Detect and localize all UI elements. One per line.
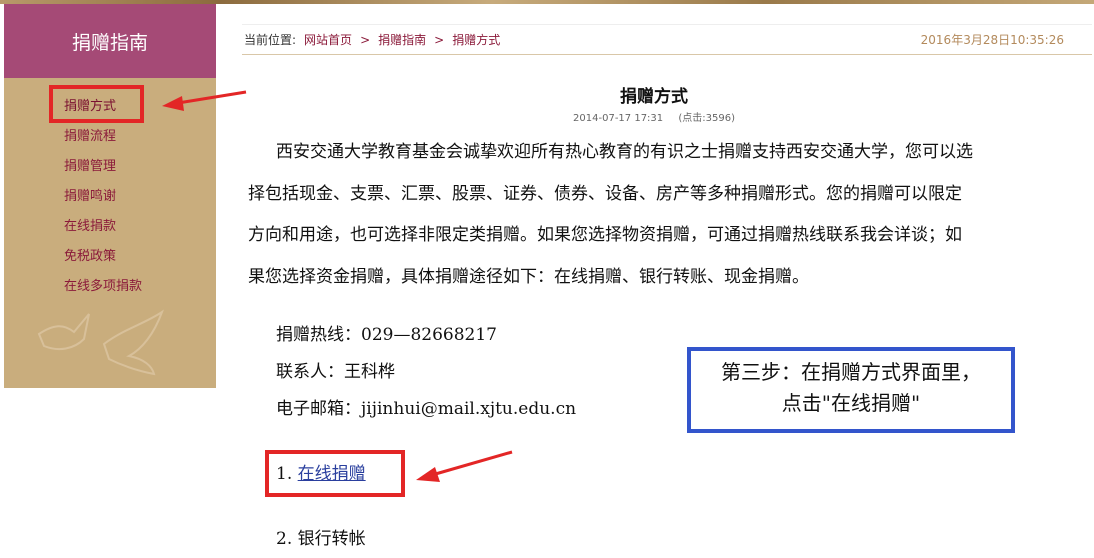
sidebar-item-donation-acknowledgement[interactable]: 捐赠鸣谢: [4, 182, 216, 212]
paragraph-line: 西安交通大学教育基金会诚挚欢迎所有热心教育的有识之士捐赠支持西安交通大学，您可以…: [276, 142, 973, 162]
article-paragraph: 西安交通大学教育基金会诚挚欢迎所有热心教育的有识之士捐赠支持西安交通大学，您可以…: [248, 132, 1060, 298]
callout-line: 点击"在线捐赠": [781, 391, 921, 415]
option-bank-transfer: 2. 银行转帐: [276, 529, 366, 549]
sidebar-item-donation-management[interactable]: 捐赠管理: [4, 152, 216, 182]
breadcrumb-home-link[interactable]: 网站首页: [304, 31, 352, 48]
highlight-box-sidebar: [49, 85, 144, 123]
dove-watermark-icon: [37, 309, 164, 376]
paragraph-line: 择包括现金、支票、汇票、股票、证券、债券、设备、房产等多种捐赠形式。您的捐赠可以…: [248, 183, 962, 204]
contact-person: 联系人：王科桦: [276, 362, 395, 382]
sidebar-item-online-donation[interactable]: 在线捐款: [4, 212, 216, 242]
breadcrumb-guide-link[interactable]: 捐赠指南: [378, 31, 426, 48]
article-view-count: (点击:3596): [678, 113, 735, 124]
sidebar-item-tax-exemption[interactable]: 免税政策: [4, 242, 216, 272]
breadcrumb-separator: >: [434, 32, 445, 47]
highlight-box-online-donation: [265, 450, 405, 497]
contact-email: 电子邮箱：jijinhui@mail.xjtu.edu.cn: [276, 399, 577, 419]
sidebar: 捐赠指南 捐赠方式 捐赠流程 捐赠管理 捐赠鸣谢 在线捐款 免税政策 在线多项捐…: [4, 4, 216, 388]
donation-hotline: 捐赠热线：029—82668217: [276, 325, 497, 345]
instruction-callout: 第三步：在捐赠方式界面里， 点击"在线捐赠": [687, 347, 1015, 433]
breadcrumb-prefix: 当前位置:: [244, 33, 297, 47]
article-date: 2014-07-17 17:31: [573, 113, 664, 124]
article-title: 捐赠方式: [620, 87, 688, 107]
current-datetime: 2016年3月28日10:35:26: [920, 33, 1064, 47]
paragraph-line: 果您选择资金捐赠，具体捐赠途径如下：在线捐赠、银行转账、现金捐赠。: [248, 266, 809, 287]
arrow-icon: [416, 450, 513, 482]
article-meta: 2014-07-17 17:31 (点击:3596): [242, 109, 1066, 124]
callout-line: 第三步：在捐赠方式界面里，: [721, 360, 981, 384]
breadcrumb-current-link[interactable]: 捐赠方式: [452, 31, 500, 48]
breadcrumb: 当前位置: 网站首页 > 捐赠指南 > 捐赠方式 2016年3月28日10:35…: [242, 24, 1092, 55]
paragraph-line: 方向和用途，也可选择非限定类捐赠。如果您选择物资捐赠，可通过捐赠热线联系我会详谈…: [248, 225, 962, 245]
breadcrumb-separator: >: [360, 32, 371, 47]
sidebar-item-online-multi-donation[interactable]: 在线多项捐款: [4, 272, 216, 302]
sidebar-title: 捐赠指南: [4, 4, 216, 78]
sidebar-item-donation-process[interactable]: 捐赠流程: [4, 122, 216, 152]
